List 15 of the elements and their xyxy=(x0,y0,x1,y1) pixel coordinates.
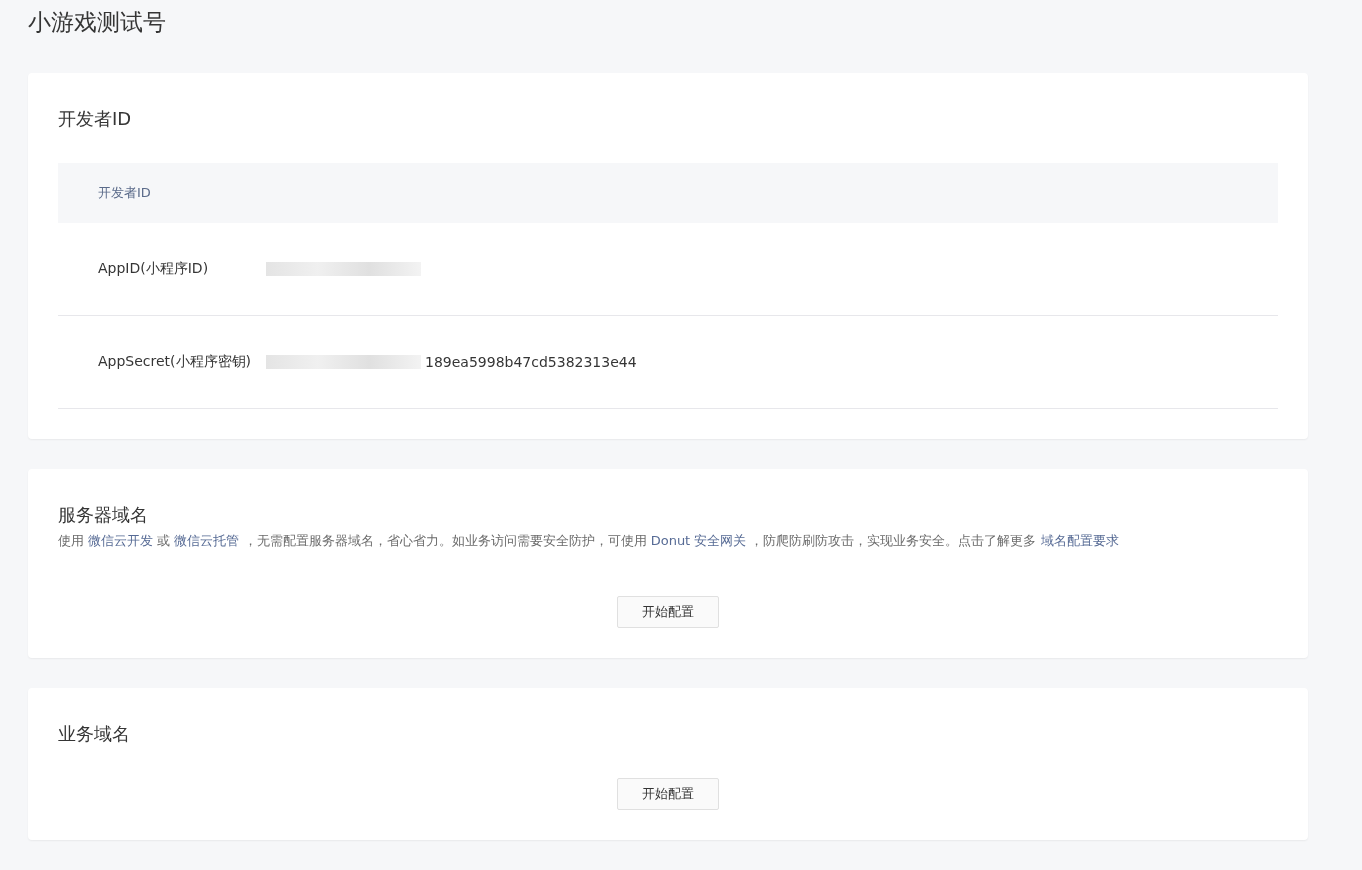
start-config-button[interactable]: 开始配置 xyxy=(617,778,719,810)
section-title: 开发者ID xyxy=(58,107,133,131)
link[interactable]: 域名配置要求 xyxy=(1040,533,1119,548)
description-text: 使用 微信云开发 或 微信云托管 ，无需配置服务器域名，省心省力。如业务访问需要安全防护，可使用 Donut 安全网关 ，防爬防刷防攻击，实现业务安全。点击了解更多 域名配置要求 xyxy=(58,532,1120,550)
link[interactable]: 微信云开发 xyxy=(88,533,154,548)
link[interactable]: 微信云托管 xyxy=(174,533,240,548)
field-value: 189ea5998b47cd5382313e44 xyxy=(425,354,637,370)
section-title: 服务器域名 xyxy=(58,503,149,527)
start-config-button[interactable]: 开始配置 xyxy=(617,596,719,628)
field-label: AppSecret(小程序密钥) xyxy=(98,353,253,371)
page-title: 小游戏测试号 xyxy=(28,8,167,37)
link[interactable]: Donut 安全网关 xyxy=(650,533,747,548)
section-title: 业务域名 xyxy=(58,722,131,746)
field-label: AppID(小程序ID) xyxy=(98,260,210,278)
column-header: 开发者ID xyxy=(98,184,151,202)
